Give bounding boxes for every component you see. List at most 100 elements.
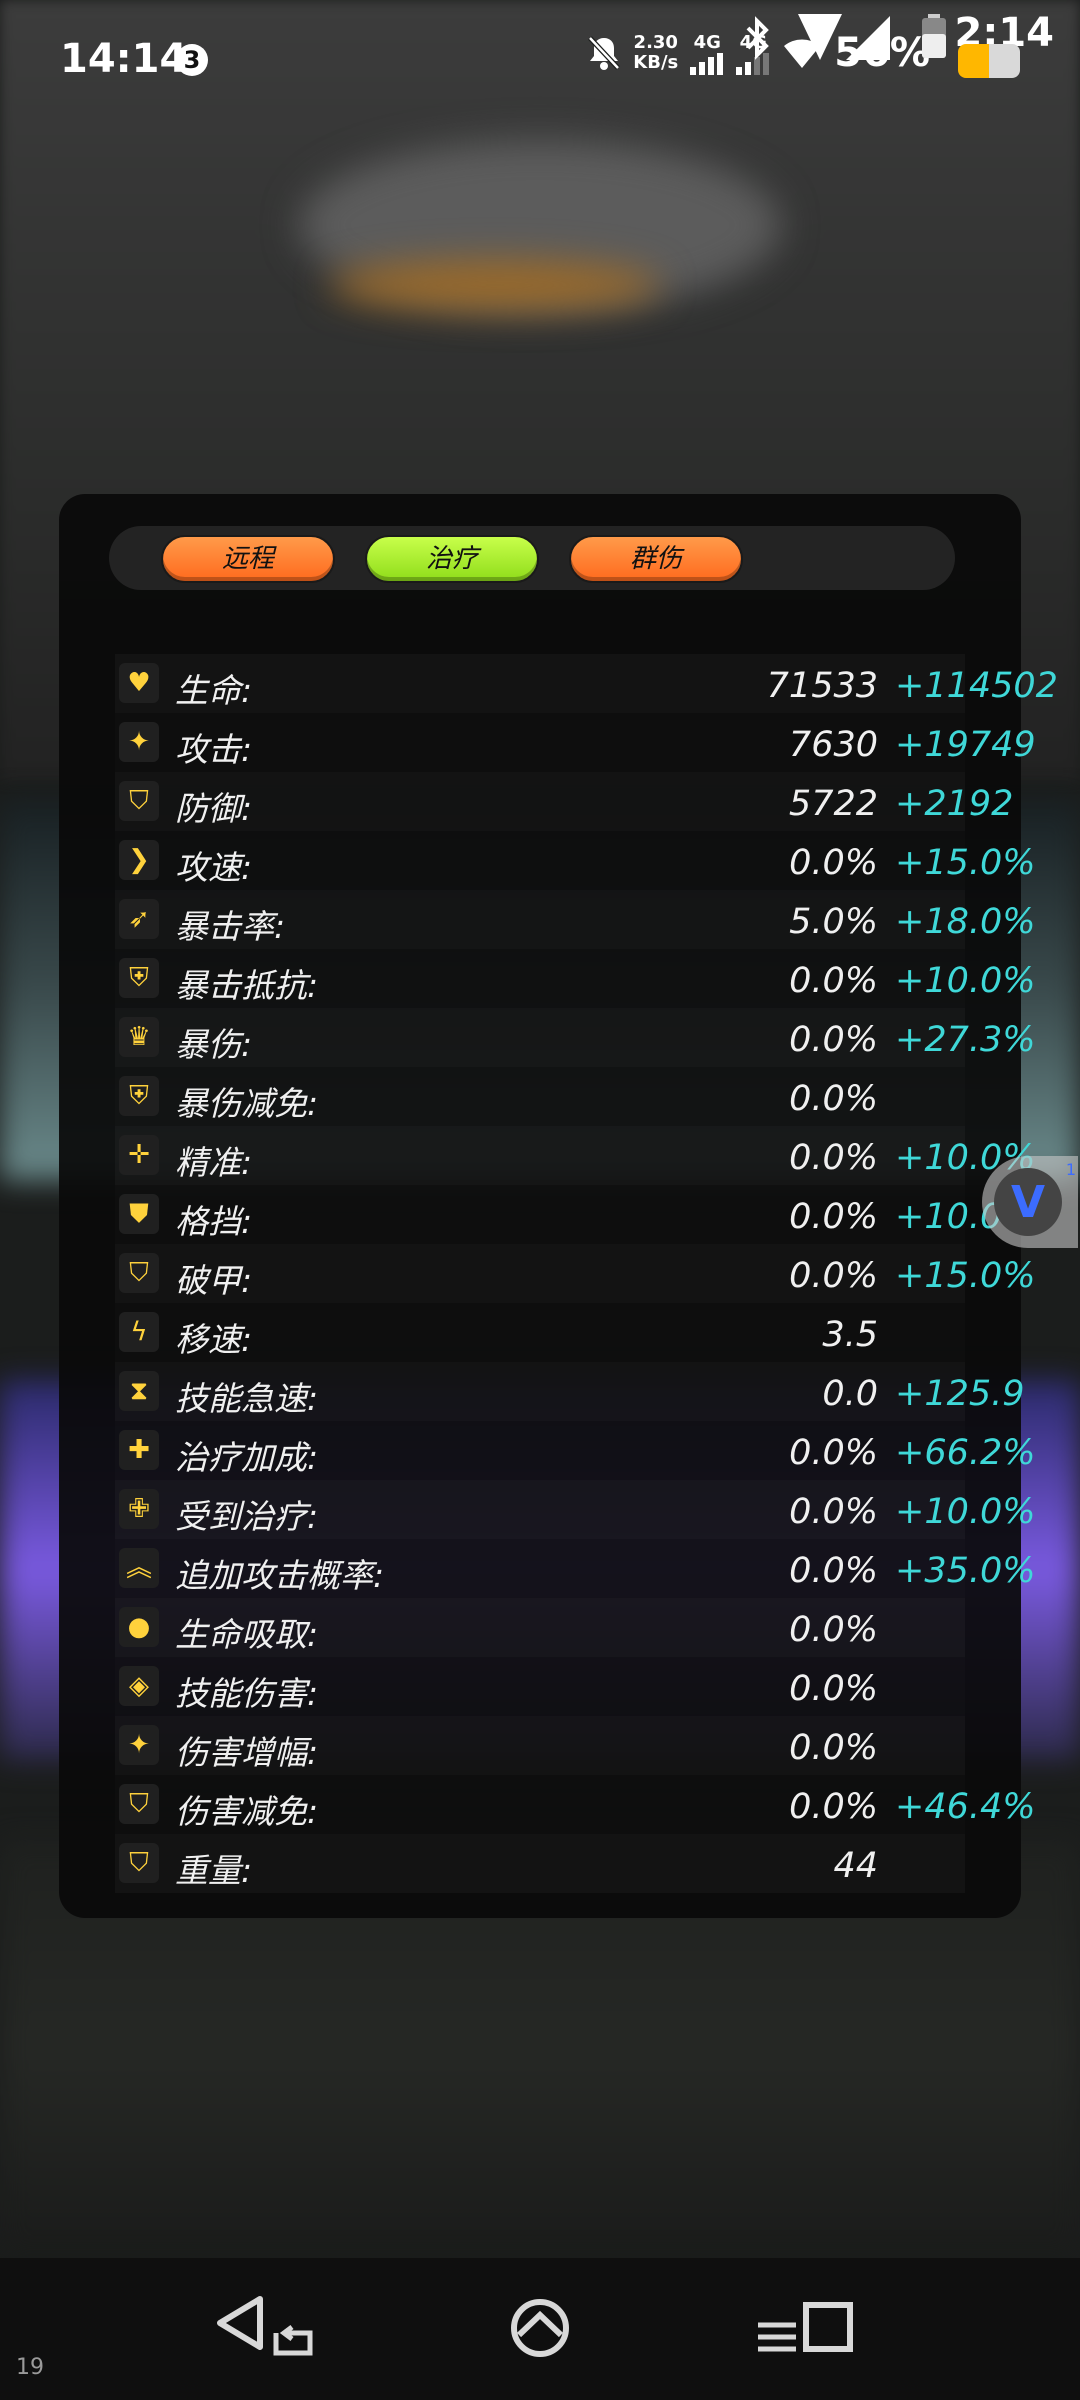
hero-stats-panel: 远程 治疗 群伤 ♥ 生命: 71533 +114502 ✦ 攻击: 7630 … [59, 494, 1058, 1918]
double-chevron-up-icon: ︽ [119, 1548, 159, 1588]
stat-base-value: 44 [833, 1846, 878, 1886]
chevron-right-icon: ❯ [119, 840, 159, 880]
stat-bonus-value: +10.0% [895, 961, 1036, 1001]
recents-icon [758, 2302, 853, 2352]
stat-label: 攻击: [175, 730, 253, 769]
stat-row-skill-damage: ◈ 技能伤害: 0.0% [115, 1657, 965, 1716]
stat-row-crit-damage: ♛ 暴伤: 0.0% +27.3% [115, 1008, 1036, 1067]
back-button[interactable] [210, 2288, 320, 2368]
notification-count-badge: 3 [176, 44, 208, 76]
stat-base-value: 0.0% [789, 1551, 878, 1591]
stat-base-value: 0.0% [789, 961, 878, 1001]
bluetooth-icon [746, 16, 769, 60]
stat-row-damage-amp: ✦ 伤害增幅: 0.0% [115, 1716, 965, 1775]
stat-label: 受到治疗: [175, 1497, 319, 1536]
stat-bonus-value: +15.0% [895, 843, 1036, 883]
stat-base-value: 0.0% [789, 1433, 878, 1473]
sim1-label: 4G [693, 31, 721, 53]
stat-base-value: 0.0% [789, 1610, 878, 1650]
stat-base-value: 0.0% [789, 1728, 878, 1768]
stat-bonus-value: +125.9 [895, 1374, 1025, 1414]
stat-base-value: 0.0% [789, 1492, 878, 1532]
stat-row-crit-resist: ⛨ 暴击抵抗: 0.0% +10.0% [115, 949, 1036, 1008]
network-speed: 2.30 KB/s [633, 33, 678, 73]
stat-label: 技能伤害: [175, 1674, 319, 1713]
stat-bonus-value: +2192 [895, 784, 1014, 824]
stat-row-attack-speed: ❯ 攻速: 0.0% +15.0% [115, 831, 1036, 890]
system-navigation-bar: 19 [0, 2258, 1080, 2400]
floating-badge-count: 1 [1065, 1160, 1076, 1179]
target-icon: ◈ [119, 1666, 159, 1706]
stat-row-lifesteal: ● 生命吸取: 0.0% [115, 1598, 965, 1657]
tag-healing: 治疗 [365, 535, 539, 583]
stat-row-block: ⛊ 格挡: 0.0% +10.0% [115, 1185, 1036, 1244]
stat-base-value: 0.0% [789, 1787, 878, 1827]
stat-base-value: 3.5 [822, 1315, 878, 1355]
stat-label: 破甲: [175, 1261, 253, 1300]
floating-assistant-button[interactable]: V 1 [982, 1156, 1078, 1248]
home-button[interactable] [485, 2288, 595, 2368]
stat-base-value: 7630 [788, 725, 878, 765]
stat-row-crit-rate: ➶ 暴击率: 5.0% +18.0% [115, 890, 1036, 949]
shield-half-icon: ⛨ [119, 1076, 159, 1116]
tag-ranged: 远程 [161, 535, 335, 583]
broken-shield-icon: ⛉ [119, 1253, 159, 1293]
crosshair-icon: ✛ [119, 1135, 159, 1175]
stat-label: 暴伤: [175, 1025, 253, 1064]
stat-label: 生命: [175, 671, 253, 710]
stat-row-crit-damage-reduction: ⛨ 暴伤减免: 0.0% [115, 1067, 965, 1126]
star-burst-icon: ✦ [119, 1725, 159, 1765]
shield-icon: ⛉ [119, 1843, 159, 1883]
stat-bonus-value: +46.4% [895, 1787, 1036, 1827]
stat-base-value: 0.0% [789, 1197, 878, 1237]
stat-row-accuracy: ✛ 精准: 0.0% +10.0% [115, 1126, 1036, 1185]
stat-label: 治疗加成: [175, 1438, 319, 1477]
stat-base-value: 0.0% [789, 1256, 878, 1296]
drop-icon: ● [119, 1607, 159, 1647]
recents-button[interactable] [750, 2288, 860, 2368]
stat-bonus-value: +35.0% [895, 1551, 1036, 1591]
hourglass-icon: ⧗ [119, 1371, 159, 1411]
stat-row-damage-reduction: ⛉ 伤害减免: 0.0% +46.4% [115, 1775, 1036, 1834]
stat-row-attack: ✦ 攻击: 7630 +19749 [115, 713, 1036, 772]
stat-bonus-value: +66.2% [895, 1433, 1036, 1473]
stat-bonus-value: +19749 [895, 725, 1036, 765]
stat-row-armor-break: ⛉ 破甲: 0.0% +15.0% [115, 1244, 1036, 1303]
stat-row-healing-received: ✙ 受到治疗: 0.0% +10.0% [115, 1480, 1036, 1539]
stat-label: 格挡: [175, 1202, 253, 1241]
plus-icon: ✚ [119, 1430, 159, 1470]
stat-base-value: 0.0% [789, 1020, 878, 1060]
shield-icon: ⛉ [119, 781, 159, 821]
lightning-icon: ϟ [119, 1312, 159, 1352]
floating-assistant-icon: V [994, 1168, 1062, 1236]
stat-label: 重量: [175, 1851, 253, 1890]
v-logo-icon: V [1010, 1176, 1046, 1228]
stat-row-extra-attack-chance: ︽ 追加攻击概率: 0.0% +35.0% [115, 1539, 1036, 1598]
stat-row-hp: ♥ 生命: 71533 +114502 [115, 654, 1058, 713]
stat-base-value: 5722 [788, 784, 878, 824]
stat-label: 移速: [175, 1320, 253, 1359]
heal-cross-icon: ✙ [119, 1489, 159, 1529]
signal-bars-icon [690, 52, 724, 75]
feather-icon: ➶ [119, 899, 159, 939]
stat-label: 生命吸取: [175, 1615, 319, 1654]
status-time: 14:14 [60, 36, 188, 82]
stat-bonus-value: +18.0% [895, 902, 1036, 942]
network-speed-value: 2.30 [633, 32, 678, 53]
status-bar: 14:14 3 2.30 KB/s 4G 4G 2:14 [0, 0, 1080, 110]
network-speed-unit: KB/s [633, 52, 679, 73]
stat-bonus-value: +27.3% [895, 1020, 1036, 1060]
shield-icon: ⛉ [119, 1784, 159, 1824]
stat-label: 伤害增幅: [175, 1733, 319, 1772]
stat-row-weight: ⛉ 重量: 44 [115, 1834, 965, 1893]
overlay-app-icon [958, 44, 1020, 78]
tag-aoe: 群伤 [569, 535, 743, 583]
home-icon [511, 2299, 569, 2357]
background-logo-accent [330, 260, 660, 310]
stat-label: 精准: [175, 1143, 253, 1182]
shield-outline-icon: ⛨ [119, 958, 159, 998]
stats-list: ♥ 生命: 71533 +114502 ✦ 攻击: 7630 +19749 ⛉ … [115, 654, 1058, 1893]
stat-base-value: 0.0 [822, 1374, 878, 1414]
battery-icon [922, 14, 946, 58]
stat-row-move-speed: ϟ 移速: 3.5 [115, 1303, 965, 1362]
